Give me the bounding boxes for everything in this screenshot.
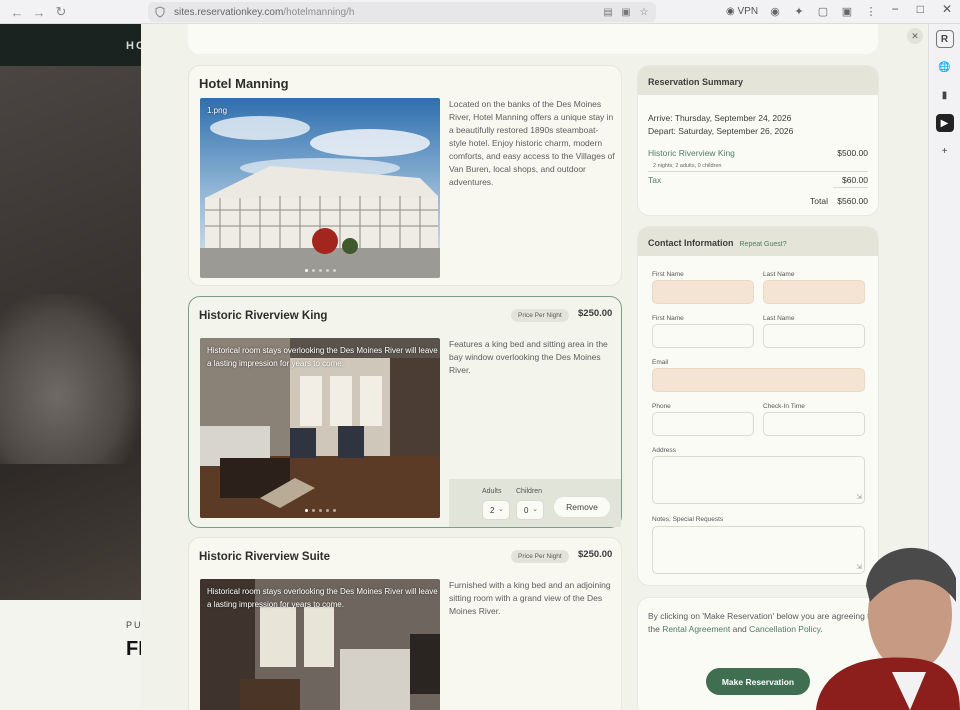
arrive-date: Arrive: Thursday, September 24, 2026	[648, 113, 792, 123]
room-title: Historic Riverview King	[199, 310, 328, 322]
carousel-dots[interactable]	[200, 509, 440, 512]
phone-field[interactable]	[652, 412, 754, 436]
rental-agreement-link[interactable]: Rental Agreement	[662, 624, 730, 634]
room-card-riverview-king[interactable]: Historic Riverview King Price Per Night …	[188, 296, 622, 528]
last-name-field[interactable]	[763, 280, 865, 304]
divider	[833, 187, 868, 188]
extension-icon[interactable]: ◉	[768, 4, 782, 18]
contact-header: Contact Information Repeat Guest?	[638, 227, 878, 256]
reload-icon[interactable]: ↻	[50, 1, 72, 23]
url-text: sites.reservationkey.com/hotelmanning/h	[174, 7, 354, 18]
last-name-label-2: Last Name	[763, 315, 795, 322]
room-occupancy-controls: Adults Children 2 ⌄ 0 ⌄ Remove	[449, 479, 621, 527]
adults-label: Adults	[482, 488, 502, 495]
chevron-down-icon: ⌄	[532, 506, 538, 513]
photo-filename: 1.png	[207, 106, 228, 115]
url-domain: sites.reservationkey.com	[174, 6, 284, 18]
url-path: /hotelmanning/h	[283, 6, 355, 18]
rail-r-icon[interactable]: R	[935, 30, 954, 48]
room-card-riverview-suite[interactable]: Historic Riverview Suite Price Per Night…	[188, 537, 622, 710]
remove-room-button[interactable]: Remove	[553, 496, 611, 518]
vpn-button[interactable]: ◉ VPN	[726, 6, 758, 17]
forward-icon[interactable]: →	[28, 1, 50, 23]
reader-icon[interactable]: ▤	[602, 6, 614, 18]
hotel-card: Hotel Manning 1.png Located on the banks…	[188, 65, 622, 286]
divider	[648, 171, 868, 172]
children-label: Children	[516, 488, 543, 495]
back-icon[interactable]: ←	[6, 1, 28, 23]
price-badge: Price Per Night	[511, 309, 569, 322]
window-close-icon[interactable]: ✕	[942, 2, 952, 16]
maximize-icon[interactable]: □	[917, 2, 924, 16]
children-value: 0	[524, 505, 529, 515]
photo-caption: Historical room stays overlooking the De…	[207, 346, 438, 368]
webcam-overlay	[788, 522, 960, 710]
player-icon[interactable]: ▶	[935, 114, 954, 132]
children-select[interactable]: 0 ⌄	[516, 500, 544, 520]
carousel-dots[interactable]	[200, 269, 440, 272]
email-field[interactable]	[652, 368, 865, 392]
total-label: Total	[810, 196, 828, 206]
previous-card-edge	[188, 24, 878, 54]
last-name-field-2[interactable]	[763, 324, 865, 348]
add-icon[interactable]: +	[936, 142, 954, 160]
hotel-title: Hotel Manning	[199, 76, 289, 91]
vpn-label: VPN	[737, 6, 759, 17]
room-description: Furnished with a king bed and an adjoini…	[449, 580, 611, 616]
room-description: Features a king bed and sitting area in …	[449, 339, 608, 375]
room-price: $250.00	[578, 308, 613, 319]
last-name-label: Last Name	[763, 271, 795, 278]
sidebar-toggle-icon[interactable]: ▢	[816, 4, 830, 18]
repeat-guest-link[interactable]: Repeat Guest?	[740, 241, 787, 248]
wallet-icon[interactable]: ▮	[936, 86, 954, 104]
room-photo[interactable]: Historical room stays overlooking the De…	[200, 579, 440, 710]
checkin-time-label: Check-In Time	[763, 403, 805, 410]
chevron-down-icon: ⌄	[498, 506, 504, 513]
shield-icon	[155, 6, 165, 18]
tax-amount: $60.00	[842, 175, 868, 185]
email-label: Email	[652, 359, 669, 366]
checkin-time-field[interactable]	[763, 412, 865, 436]
summary-room-link[interactable]: Historic Riverview King	[648, 148, 735, 158]
site-lower-section: PU FI	[0, 600, 144, 710]
room-title: Historic Riverview Suite	[199, 551, 331, 563]
menu-icon[interactable]: ⋮	[864, 4, 878, 18]
hotel-description: Located on the banks of the Des Moines R…	[449, 99, 615, 187]
depart-date: Depart: Saturday, September 26, 2026	[648, 126, 794, 136]
price-badge: Price Per Night	[511, 550, 569, 563]
browser-toolbar: ← → ↻ sites.reservationkey.com/hotelmann…	[0, 0, 960, 24]
total-amount: $560.00	[837, 196, 868, 206]
summary-room-amount: $500.00	[837, 148, 868, 158]
screenshot-icon[interactable]: ▣	[620, 6, 632, 18]
terms-and: and	[730, 623, 750, 634]
modal-close-icon[interactable]: ✕	[907, 28, 923, 44]
tax-link[interactable]: Tax	[648, 175, 661, 185]
hero-photo-bed	[0, 294, 142, 464]
window-icon[interactable]: ▣	[840, 4, 854, 18]
first-name-label: First Name	[652, 271, 684, 278]
summary-title: Reservation Summary	[638, 66, 878, 95]
puzzle-icon[interactable]: ✦	[792, 4, 806, 18]
address-bar[interactable]: sites.reservationkey.com/hotelmanning/h …	[148, 2, 656, 22]
contact-title: Contact Information	[648, 238, 734, 248]
hotel-photo[interactable]: 1.png	[200, 98, 440, 278]
notes-label: Notes, Special Requests	[652, 516, 724, 523]
first-name-field[interactable]	[652, 280, 754, 304]
address-field[interactable]: ⇲	[652, 456, 865, 504]
adults-select[interactable]: 2 ⌄	[482, 500, 510, 520]
minimize-icon[interactable]: −	[892, 2, 899, 16]
globe-icon[interactable]: 🌐	[936, 58, 954, 76]
bookmark-star-icon[interactable]: ☆	[638, 6, 650, 18]
phone-label: Phone	[652, 403, 671, 410]
address-label: Address	[652, 447, 676, 454]
room-price: $250.00	[578, 549, 613, 560]
room-photo[interactable]: Historical room stays overlooking the De…	[200, 338, 440, 518]
reservation-summary-panel: Reservation Summary Arrive: Thursday, Se…	[637, 65, 879, 216]
first-name-label-2: First Name	[652, 315, 684, 322]
photo-caption: Historical room stays overlooking the De…	[207, 587, 438, 609]
first-name-field-2[interactable]	[652, 324, 754, 348]
adults-value: 2	[490, 505, 495, 515]
summary-room-detail: 2 nights; 2 adults, 0 children	[653, 163, 722, 169]
resize-grip-icon[interactable]: ⇲	[856, 493, 862, 501]
